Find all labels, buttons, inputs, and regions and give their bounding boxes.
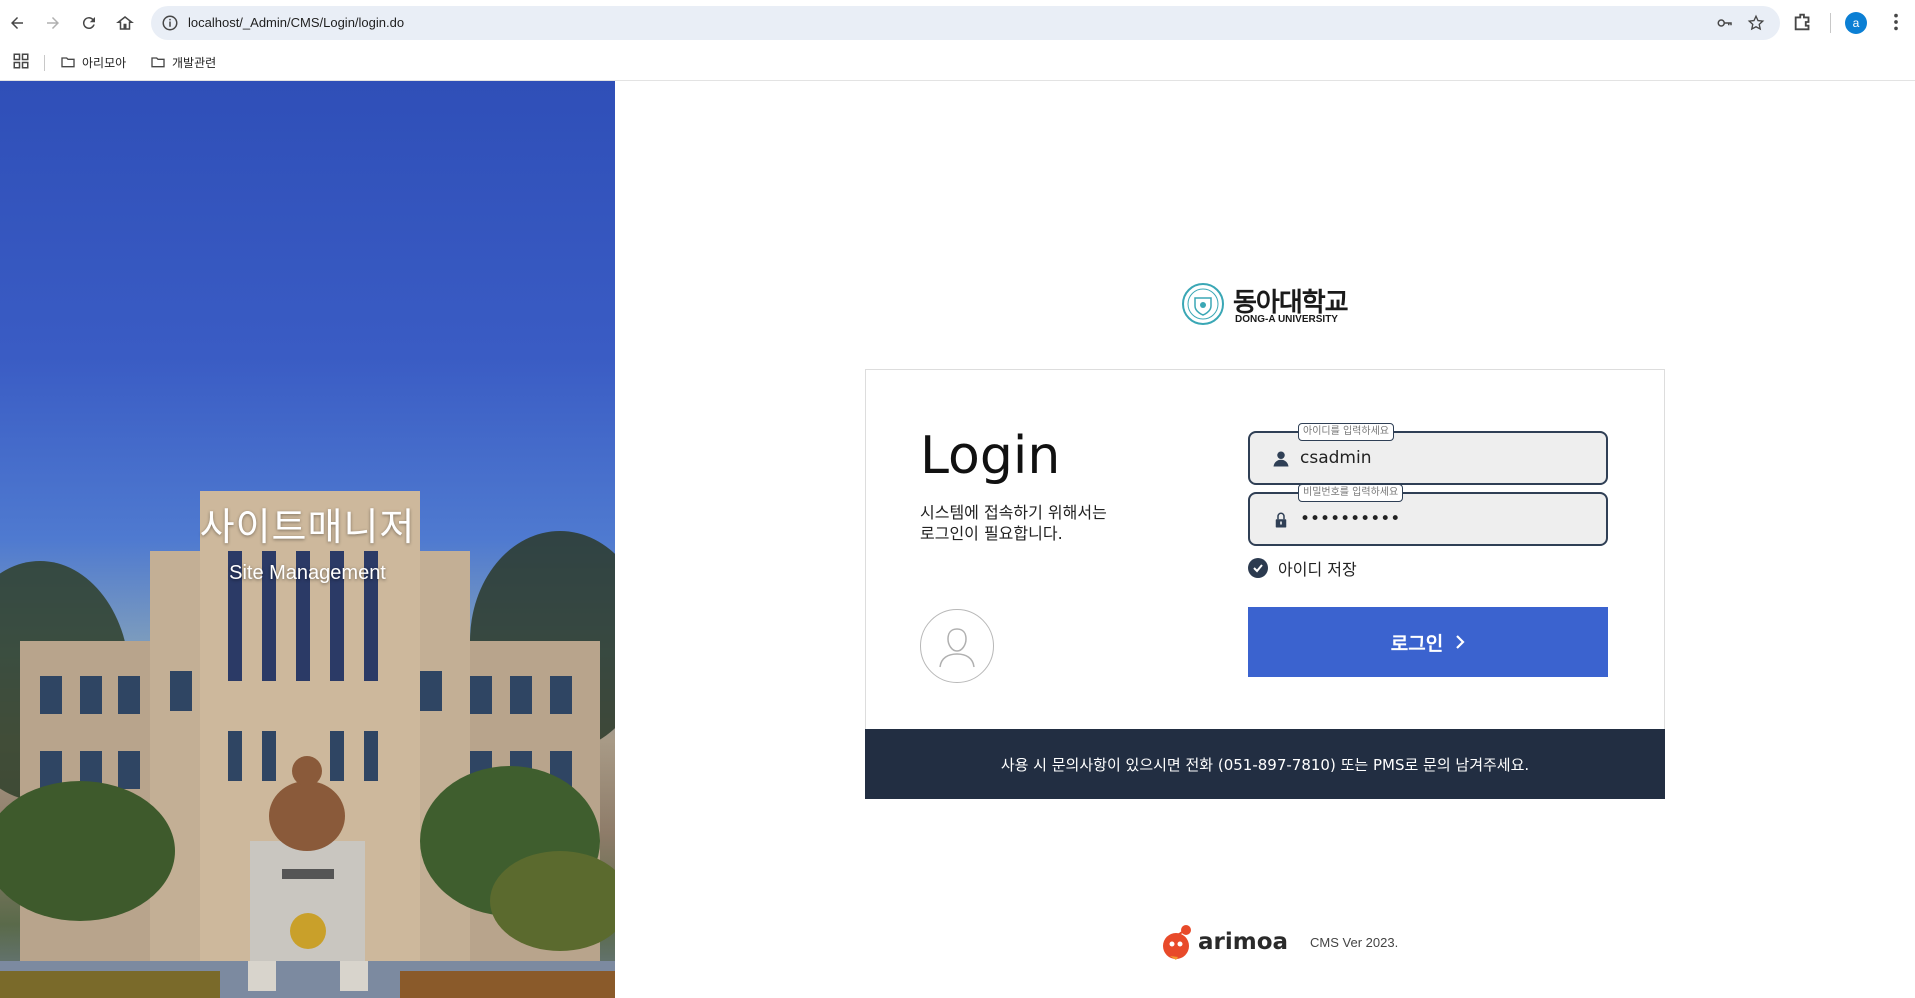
- password-key-icon[interactable]: [1716, 14, 1734, 32]
- bookmarks-bar: 아리모아 개발관련: [0, 46, 1915, 80]
- user-avatar-placeholder: [920, 609, 994, 683]
- home-button[interactable]: [113, 11, 137, 35]
- reload-button[interactable]: [77, 11, 101, 35]
- home-icon: [116, 16, 134, 30]
- info-icon[interactable]: [161, 14, 179, 32]
- user-icon: [1273, 451, 1289, 467]
- arimoa-brand: arimoa CMS Ver 2023.: [1160, 920, 1398, 964]
- save-id-checkbox[interactable]: 아이디 저장: [1248, 557, 1357, 579]
- more-menu-icon[interactable]: [1885, 11, 1907, 33]
- hero-subtitle: Site Management: [229, 562, 386, 584]
- bookmark-star-icon[interactable]: [1747, 14, 1765, 32]
- support-notice-text: 사용 시 문의사항이 있으시면 전화 (051-897-7810) 또는 PMS…: [1000, 755, 1530, 774]
- id-input-value[interactable]: csadmin: [1300, 448, 1371, 468]
- address-bar[interactable]: localhost/_Admin/CMS/Login/login.do: [151, 6, 1780, 40]
- cms-version: CMS Ver 2023.: [1310, 934, 1399, 950]
- bookmark-folder-arimoa[interactable]: 아리모아: [60, 52, 126, 72]
- extensions-icon[interactable]: [1792, 11, 1814, 33]
- forward-button[interactable]: [41, 11, 65, 35]
- browser-chrome: localhost/_Admin/CMS/Login/login.do a 아리…: [0, 0, 1915, 81]
- hero-panel: 사이트매니저 Site Management: [0, 81, 615, 998]
- arimoa-logo-icon: [1163, 925, 1191, 960]
- password-input-value[interactable]: ••••••••••: [1300, 509, 1400, 529]
- login-button-label: 로그인: [1390, 633, 1444, 655]
- toolbar-divider: [1830, 13, 1831, 33]
- bookmark-folder-dev[interactable]: 개발관련: [150, 52, 216, 72]
- support-notice-bar: 사용 시 문의사항이 있으시면 전화 (051-897-7810) 또는 PMS…: [865, 729, 1665, 799]
- browser-toolbar: localhost/_Admin/CMS/Login/login.do a: [0, 0, 1915, 46]
- folder-icon: [61, 57, 75, 68]
- arimoa-brand-name: arimoa: [1198, 929, 1289, 955]
- university-emblem-icon: [1182, 283, 1224, 325]
- arrow-left-icon: [11, 17, 23, 29]
- university-logo: 동아대학교 DONG-A UNIVERSITY: [1181, 280, 1351, 326]
- bookmark-label: 개발관련: [172, 55, 217, 70]
- password-field[interactable]: 비밀번호를 입력하세요 ••••••••••: [1248, 484, 1608, 546]
- apps-grid-icon[interactable]: [12, 52, 30, 70]
- lock-icon: [1275, 512, 1287, 528]
- url-text[interactable]: localhost/_Admin/CMS/Login/login.do: [188, 15, 404, 30]
- login-description-line: 로그인이 필요합니다.: [920, 524, 1063, 543]
- reload-icon: [82, 17, 95, 30]
- id-field-label: 아이디를 입력하세요: [1298, 423, 1394, 441]
- back-button[interactable]: [5, 11, 29, 35]
- folder-icon: [151, 57, 165, 68]
- login-card: Login 시스템에 접속하기 위해서는 로그인이 필요합니다. 아이디를 입력…: [865, 369, 1665, 799]
- login-button[interactable]: 로그인: [1248, 607, 1608, 677]
- university-name-english: DONG-A UNIVERSITY: [1235, 314, 1338, 325]
- bookmark-label: 아리모아: [82, 55, 127, 70]
- login-description-line: 시스템에 접속하기 위해서는: [920, 503, 1107, 522]
- arrow-right-icon: [47, 17, 59, 29]
- checkmark-icon[interactable]: [1248, 558, 1268, 578]
- hero-title: 사이트매니저: [199, 505, 416, 549]
- save-id-label[interactable]: 아이디 저장: [1278, 556, 1357, 580]
- id-field[interactable]: 아이디를 입력하세요 csadmin: [1248, 423, 1608, 485]
- login-title: Login: [920, 426, 1061, 486]
- profile-avatar[interactable]: a: [1845, 12, 1867, 34]
- user-silhouette-icon: [939, 628, 975, 668]
- password-field-label: 비밀번호를 입력하세요: [1298, 484, 1404, 502]
- login-description: 시스템에 접속하기 위해서는 로그인이 필요합니다.: [920, 502, 1130, 544]
- bookmarks-divider: [44, 55, 45, 71]
- chevron-right-icon: [1456, 635, 1465, 649]
